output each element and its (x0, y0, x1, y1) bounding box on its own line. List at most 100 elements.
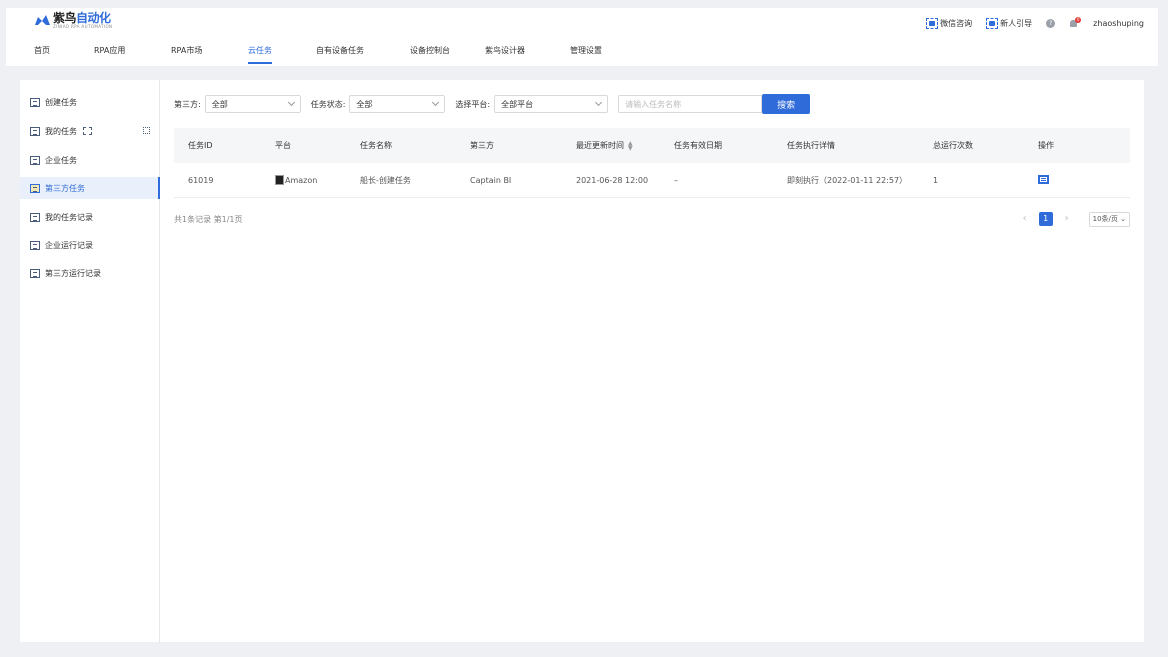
platform-select-value: 全部平台 (501, 99, 534, 109)
valid-date-cell: – (674, 176, 678, 185)
my-task-icon (30, 126, 40, 136)
col-task-name: 任务名称 (360, 141, 392, 150)
user-menu[interactable]: zhaoshuping (1093, 19, 1144, 28)
help-icon: ? (1046, 18, 1056, 28)
sidebar-item-label: 我的任务记录 (45, 212, 93, 222)
chevron-down-icon (432, 98, 440, 107)
new-user-guide-button[interactable]: 新人引导 (986, 17, 1033, 29)
chevron-down-icon (287, 98, 295, 107)
sidebar-item-label: 企业运行记录 (45, 240, 93, 250)
col-last-updated-label: 最近更新时间 (576, 141, 624, 150)
my-task-record-icon (30, 212, 40, 222)
main-panel: 创建任务 我的任务 企业任务 第三方任务 我的任务记录 企业运行记录 第三方运行… (20, 80, 1144, 642)
third-party-select[interactable]: 全部 (204, 95, 301, 113)
col-task-id: 任务ID (188, 141, 213, 150)
expand-icon[interactable] (143, 127, 150, 134)
task-name-cell: 船长-创建任务 (360, 176, 411, 185)
sidebar-item-label: 企业任务 (45, 155, 77, 165)
wechat-consult-label: 微信咨询 (940, 18, 973, 28)
table-header: 任务ID 平台 任务名称 第三方 最近更新时间 ▲ ▼ 任务有效日期 任务执行详情 … (174, 128, 1130, 163)
run-count-cell: 1 (933, 176, 939, 185)
nav-device-console[interactable]: 设备控制台 (410, 44, 450, 66)
sidebar-item-create-task[interactable]: 创建任务 (20, 91, 160, 113)
col-last-updated[interactable]: 最近更新时间 ▲ ▼ (576, 128, 633, 163)
edit-icon[interactable] (1038, 175, 1049, 184)
last-updated-cell: 2021-06-28 12:00 (576, 176, 649, 185)
top-right-actions: 微信咨询 新人引导 ? 0 zhaoshuping (912, 16, 1144, 30)
third-party-run-record-icon (30, 268, 40, 278)
sidebar-item-enterprise-run-records[interactable]: 企业运行记录 (20, 234, 160, 256)
nav-own-device-tasks[interactable]: 自有设备任务 (316, 44, 364, 66)
sidebar-item-label: 我的任务 (45, 126, 77, 136)
col-third-party: 第三方 (470, 141, 494, 150)
sidebar-item-third-party-run-records[interactable]: 第三方运行记录 (20, 262, 160, 284)
bell-icon: 0 (1069, 17, 1082, 28)
my-task-badge-icon (83, 127, 92, 135)
nav-ziniao-designer[interactable]: 紫鸟设计器 (485, 44, 525, 66)
nav-rpa-apps[interactable]: RPA应用 (94, 44, 125, 66)
sidebar-item-label: 第三方运行记录 (45, 268, 101, 278)
sidebar-item-my-task-records[interactable]: 我的任务记录 (20, 206, 160, 228)
actions-cell (1038, 163, 1049, 198)
top-bar: 紫鸟自动化 ZINIAO RPA AUTOMATION 首页 RPA应用 RPA… (6, 8, 1158, 66)
third-party-select-value: 全部 (211, 99, 228, 109)
status-select-value: 全部 (356, 99, 373, 109)
notification-button[interactable]: 0 (1069, 17, 1082, 28)
sort-icon[interactable]: ▲ ▼ (628, 140, 633, 151)
nav-home[interactable]: 首页 (34, 44, 50, 66)
exec-detail-cell: 即刻执行（2022-01-11 22:57） (787, 176, 908, 185)
sidebar-item-label: 创建任务 (45, 97, 77, 107)
platform-filter-label: 选择平台: (455, 99, 491, 109)
third-party-task-icon (30, 183, 40, 193)
sidebar: 创建任务 我的任务 企业任务 第三方任务 我的任务记录 企业运行记录 第三方运行… (20, 80, 160, 642)
logo-title-highlight: 自动化 (76, 11, 111, 25)
nav-management-settings[interactable]: 管理设置 (570, 44, 602, 66)
page-number-button[interactable]: 1 (1038, 212, 1053, 226)
logo-bird-icon (34, 14, 51, 27)
status-filter-label: 任务状态: (310, 99, 346, 109)
sidebar-item-third-party-tasks[interactable]: 第三方任务 (20, 177, 160, 199)
task-id-cell: 61019 (188, 176, 214, 185)
sidebar-item-enterprise-tasks[interactable]: 企业任务 (20, 149, 160, 171)
help-button[interactable]: ? (1046, 18, 1056, 28)
third-party-cell: Captain BI (470, 176, 512, 185)
new-user-guide-label: 新人引导 (1000, 18, 1033, 28)
amazon-icon (275, 174, 284, 185)
page-size-select[interactable]: 10条/页 ⌄ (1088, 211, 1130, 227)
platform-name: Amazon (285, 176, 318, 185)
page-size-value: 10条/页 (1092, 214, 1118, 223)
notification-badge: 0 (1075, 17, 1082, 23)
platform-cell: Amazon (275, 163, 317, 198)
task-table: 任务ID 平台 任务名称 第三方 最近更新时间 ▲ ▼ 任务有效日期 任务执行详情 … (174, 128, 1130, 198)
logo-subtitle: ZINIAO RPA AUTOMATION (53, 24, 113, 29)
record-summary: 共1条记录 第1/1页 (174, 215, 243, 224)
col-actions: 操作 (1038, 141, 1054, 150)
nav-cloud-tasks[interactable]: 云任务 (248, 44, 272, 66)
chevron-down-icon (595, 98, 603, 107)
prev-page-button[interactable]: ‹ (1017, 211, 1033, 227)
task-name-search-input[interactable] (618, 95, 763, 113)
wechat-consult-button[interactable]: 微信咨询 (926, 17, 973, 29)
platform-select[interactable]: 全部平台 (494, 95, 609, 113)
filter-bar: 第三方: 全部 任务状态: 全部 选择平台: 全部平台 搜索 (174, 94, 811, 114)
enterprise-run-record-icon (30, 240, 40, 250)
sidebar-item-label: 第三方任务 (45, 183, 85, 193)
enterprise-task-icon (30, 155, 40, 165)
next-page-button[interactable]: › (1059, 211, 1075, 227)
create-task-icon (30, 97, 40, 107)
app-logo[interactable]: 紫鸟自动化 ZINIAO RPA AUTOMATION (34, 12, 114, 34)
col-valid-date: 任务有效日期 (674, 141, 722, 150)
logo-title-main: 紫鸟 (53, 11, 77, 25)
content-area: 第三方: 全部 任务状态: 全部 选择平台: 全部平台 搜索 任务ID 平台 任 (160, 80, 1144, 642)
status-select[interactable]: 全部 (349, 95, 446, 113)
table-row: 61019 Amazon 船长-创建任务 Captain BI 2021-06-… (174, 163, 1130, 198)
guide-icon (986, 17, 999, 29)
col-platform: 平台 (275, 141, 291, 150)
pagination: ‹ 1 › 10条/页 ⌄ (1017, 211, 1130, 227)
third-party-filter-label: 第三方: (174, 99, 201, 109)
search-button[interactable]: 搜索 (762, 94, 811, 114)
col-exec-detail: 任务执行详情 (787, 141, 835, 150)
sidebar-item-my-tasks[interactable]: 我的任务 (20, 120, 160, 142)
nav-rpa-market[interactable]: RPA市场 (171, 44, 202, 66)
wechat-icon (926, 17, 939, 29)
